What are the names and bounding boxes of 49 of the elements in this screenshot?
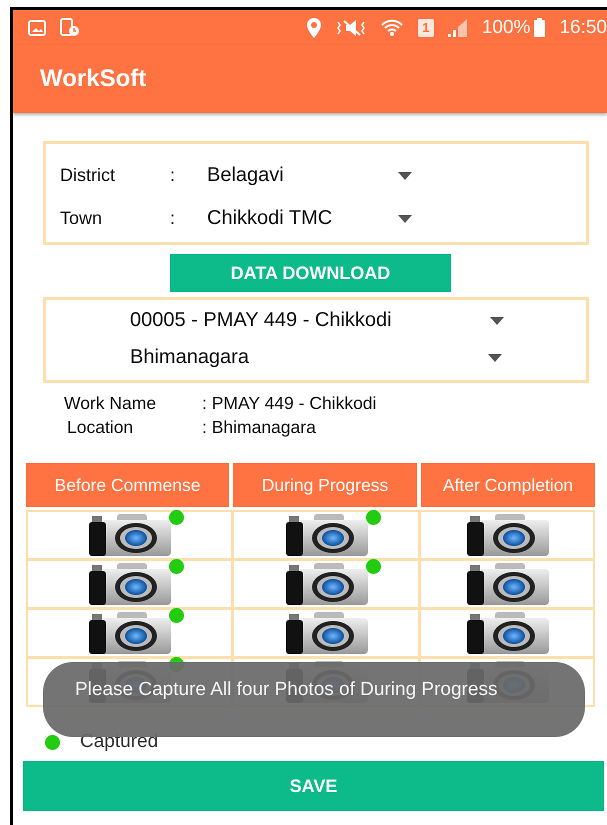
info-value: : PMAY 449 - Chikkodi bbox=[202, 393, 376, 415]
dropdown[interactable]: Chikkodi TMC bbox=[207, 207, 412, 230]
dropdown[interactable]: 00005 - PMAY 449 - Chikkodi bbox=[46, 302, 586, 339]
field-label: District bbox=[60, 165, 116, 186]
camera-icon bbox=[284, 513, 368, 557]
info-label: Work Name bbox=[64, 393, 158, 415]
camera-icon bbox=[87, 611, 172, 655]
photo-cell[interactable] bbox=[28, 610, 231, 656]
photo-cell[interactable] bbox=[234, 610, 418, 656]
info-value: : Bhimanagara bbox=[202, 417, 316, 439]
signal-icon bbox=[446, 18, 468, 36]
camera-icon bbox=[284, 562, 368, 606]
label-separator: : bbox=[170, 208, 176, 229]
field-label: Town bbox=[60, 208, 104, 229]
photo-cell[interactable] bbox=[421, 610, 593, 656]
camera-icon bbox=[464, 562, 550, 606]
battery-icon bbox=[534, 18, 546, 37]
dropdown-caret-icon bbox=[398, 214, 412, 222]
camera-icon bbox=[87, 513, 172, 557]
dropdown-caret-icon bbox=[488, 354, 502, 362]
location-pin-icon bbox=[306, 18, 322, 38]
info-label: Location bbox=[66, 417, 134, 439]
app-title: WorkSoft bbox=[40, 65, 146, 93]
clock-time: 16:50 bbox=[559, 16, 607, 38]
image-icon bbox=[28, 20, 46, 36]
photo-cell[interactable] bbox=[421, 561, 593, 607]
camera-icon bbox=[464, 611, 550, 655]
dropdown-caret-icon bbox=[490, 316, 504, 324]
photo-cell[interactable] bbox=[234, 561, 418, 607]
photo-cell[interactable] bbox=[28, 512, 231, 558]
sim-slot-icon: 1 bbox=[418, 18, 434, 36]
vibrate-mute-icon bbox=[336, 18, 366, 36]
photo-cell[interactable] bbox=[28, 561, 231, 607]
wifi-icon bbox=[380, 18, 404, 38]
label-separator: : bbox=[170, 165, 176, 186]
dropdown-caret-icon bbox=[398, 172, 412, 180]
tablet-clock-icon bbox=[60, 18, 80, 37]
column-header: Before Commense bbox=[26, 463, 229, 507]
column-header: During Progress bbox=[233, 463, 417, 507]
camera-icon bbox=[87, 562, 172, 606]
dropdown[interactable]: Bhimanagara bbox=[46, 339, 586, 376]
column-header: After Completion bbox=[421, 463, 595, 507]
camera-icon bbox=[284, 611, 368, 655]
dropdown[interactable]: Belagavi bbox=[207, 164, 412, 187]
photo-cell[interactable] bbox=[234, 512, 418, 558]
message-toast: Please Capture All four Photos of During Progress bbox=[43, 662, 585, 737]
camera-icon bbox=[464, 513, 550, 557]
battery-level: 100% bbox=[482, 16, 530, 38]
photo-cell[interactable] bbox=[421, 512, 593, 558]
